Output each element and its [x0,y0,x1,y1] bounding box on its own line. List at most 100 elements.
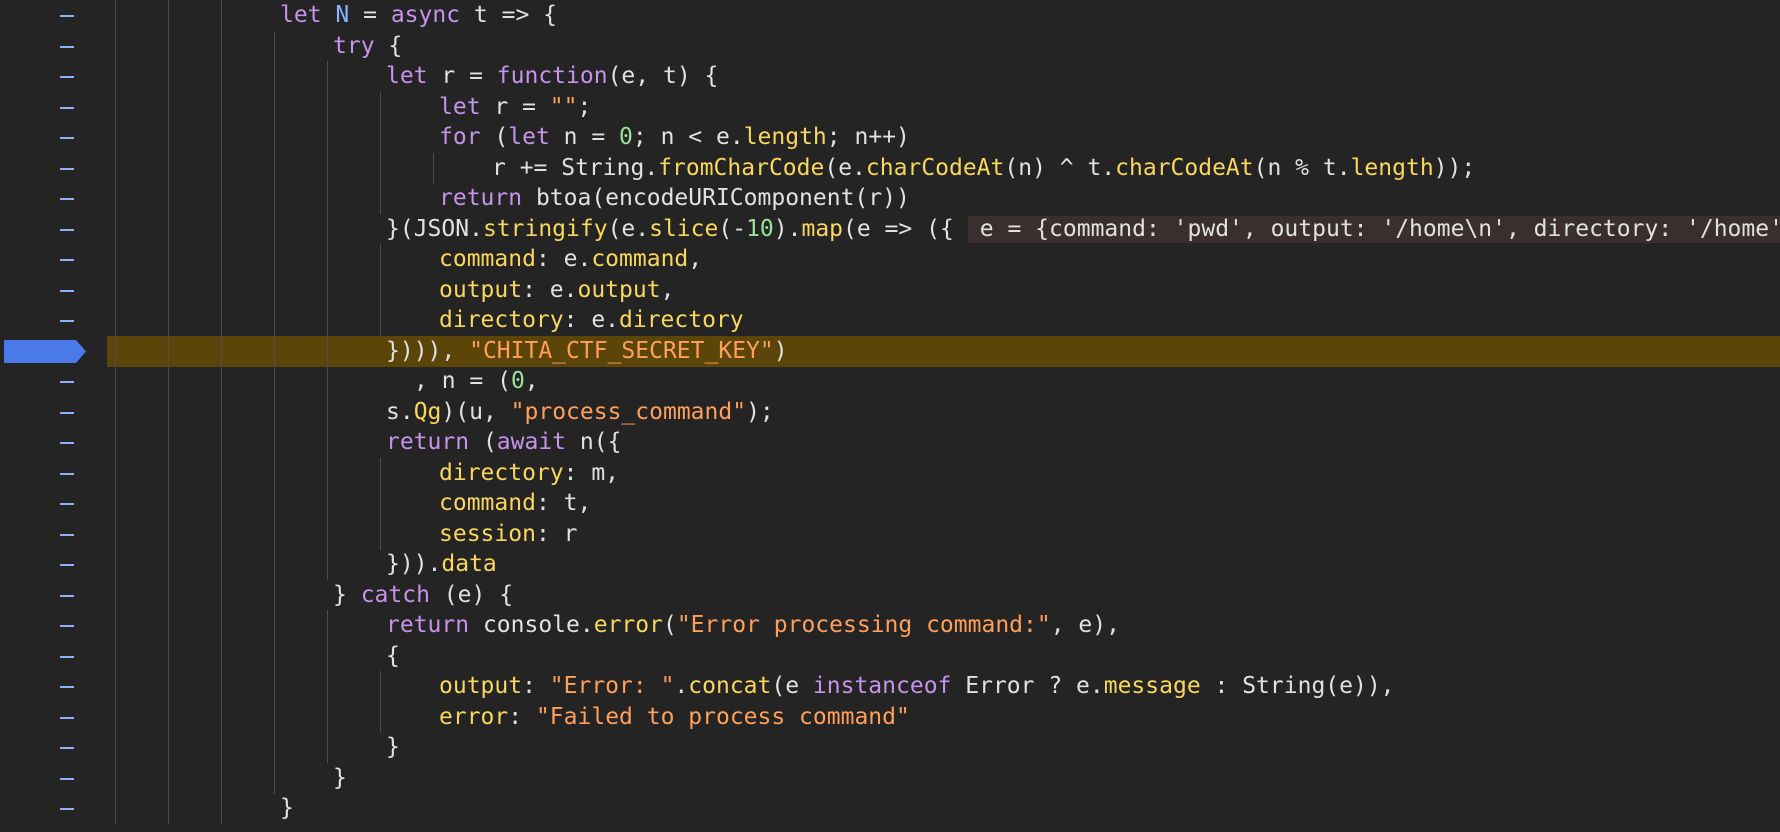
indent-guide [221,518,222,550]
code-line[interactable]: return btoa(encodeURIComponent(r)) [0,183,1780,214]
indent-guide [380,91,381,123]
indent-guide [168,244,169,275]
indent-guide [380,183,381,214]
indent-guide [115,0,116,31]
code-line[interactable]: , n = (0, [0,366,1780,397]
code-line[interactable]: directory: e.directory [0,305,1780,336]
indent-guide [115,488,116,519]
indent-guide [327,640,328,672]
indent-guide [168,549,169,580]
indent-guide [274,152,275,184]
code-line[interactable]: s.Qg)(u, "process_command"); [0,396,1780,428]
code-line[interactable]: for (let n = 0; n < e.length; n++) [0,122,1780,153]
indent-guide [221,183,222,214]
code-line[interactable]: let N = async t => { [0,0,1780,31]
code-line[interactable]: })).data [0,549,1780,580]
indent-guide [168,610,169,641]
indent-guide [221,762,222,794]
code-line[interactable]: try { [0,30,1780,62]
indent-guide [274,518,275,550]
indent-guide [168,640,169,672]
indent-guide [221,274,222,306]
indent-guide [115,701,116,733]
indent-guide [274,579,275,611]
paused-line-highlight [107,335,1780,367]
indent-guide [327,518,328,550]
indent-guide [115,762,116,794]
breakpoint-marker-icon[interactable] [2,339,86,363]
code-text: return (await n({ [386,429,622,455]
code-text: } catch (e) { [333,581,514,608]
indent-guide [327,183,328,214]
indent-guide [327,488,328,519]
indent-guide [274,610,275,641]
code-line[interactable]: output: e.output, [0,274,1780,306]
code-line[interactable]: return console.error("Error processing c… [0,610,1780,641]
code-text: { [386,642,400,669]
code-line[interactable]: command: t, [0,488,1780,519]
indent-guide [327,671,328,702]
indent-guide [115,122,116,153]
indent-guide [221,732,222,763]
code-line[interactable]: session: r [0,518,1780,550]
indent-guide [221,549,222,580]
indent-guide [327,701,328,733]
indent-guide [221,671,222,702]
code-line[interactable]: } [0,793,1780,824]
indent-guide [168,122,169,153]
code-line[interactable]: return (await n({ [0,427,1780,458]
code-line[interactable]: }(JSON.stringify(e.slice(-10).map(e => (… [0,213,1780,245]
indent-guide [115,518,116,550]
indent-guide [168,213,169,245]
indent-guide [221,244,222,275]
indent-guide [274,274,275,306]
indent-guide [433,152,434,184]
code-text: error: "Failed to process command" [439,703,910,730]
code-line[interactable]: output: "Error: ".concat(e instanceof Er… [0,671,1780,702]
indent-guide [168,579,169,611]
code-text: directory: e.directory [439,307,744,333]
indent-guide [221,91,222,123]
indent-guide [221,488,222,519]
code-line[interactable]: { [0,640,1780,672]
code-line[interactable]: } [0,732,1780,763]
indent-guide [274,427,275,458]
indent-guide [380,518,381,550]
indent-guide [115,457,116,489]
indent-guide [221,793,222,824]
indent-guide [327,91,328,123]
indent-guide [115,305,116,336]
code-line[interactable]: error: "Failed to process command" [0,701,1780,733]
code-line[interactable]: } [0,762,1780,794]
indent-guide [274,183,275,214]
indent-guide [327,122,328,153]
code-line[interactable]: let r = function(e, t) { [0,61,1780,92]
code-text: , n = (0, [414,368,539,394]
code-line[interactable]: } catch (e) { [0,579,1780,611]
indent-guide [168,671,169,702]
code-text: s.Qg)(u, "process_command"); [386,398,774,425]
indent-guide [274,366,275,397]
code-line[interactable]: let r = ""; [0,91,1780,123]
indent-guide [274,213,275,245]
code-text: })).data [386,551,497,577]
indent-guide [115,610,116,641]
indent-guide [327,366,328,397]
code-editor[interactable]: let N = async t => {try {let r = functio… [0,0,1780,832]
indent-guide [327,274,328,306]
indent-guide [221,213,222,245]
indent-guide [274,671,275,702]
code-line[interactable]: r += String.fromCharCode(e.charCodeAt(n)… [0,152,1780,184]
code-line[interactable]: directory: m, [0,457,1780,489]
indent-guide [168,0,169,31]
indent-guide [168,274,169,306]
indent-guide [168,488,169,519]
indent-guide [115,335,116,367]
indent-guide [168,732,169,763]
code-line[interactable]: command: e.command, [0,244,1780,275]
code-line[interactable]: }))), "CHITA_CTF_SECRET_KEY") [0,335,1780,367]
indent-guide [221,610,222,641]
code-text: output: "Error: ".concat(e instanceof Er… [439,673,1395,699]
indent-guide [115,427,116,458]
indent-guide [115,671,116,702]
